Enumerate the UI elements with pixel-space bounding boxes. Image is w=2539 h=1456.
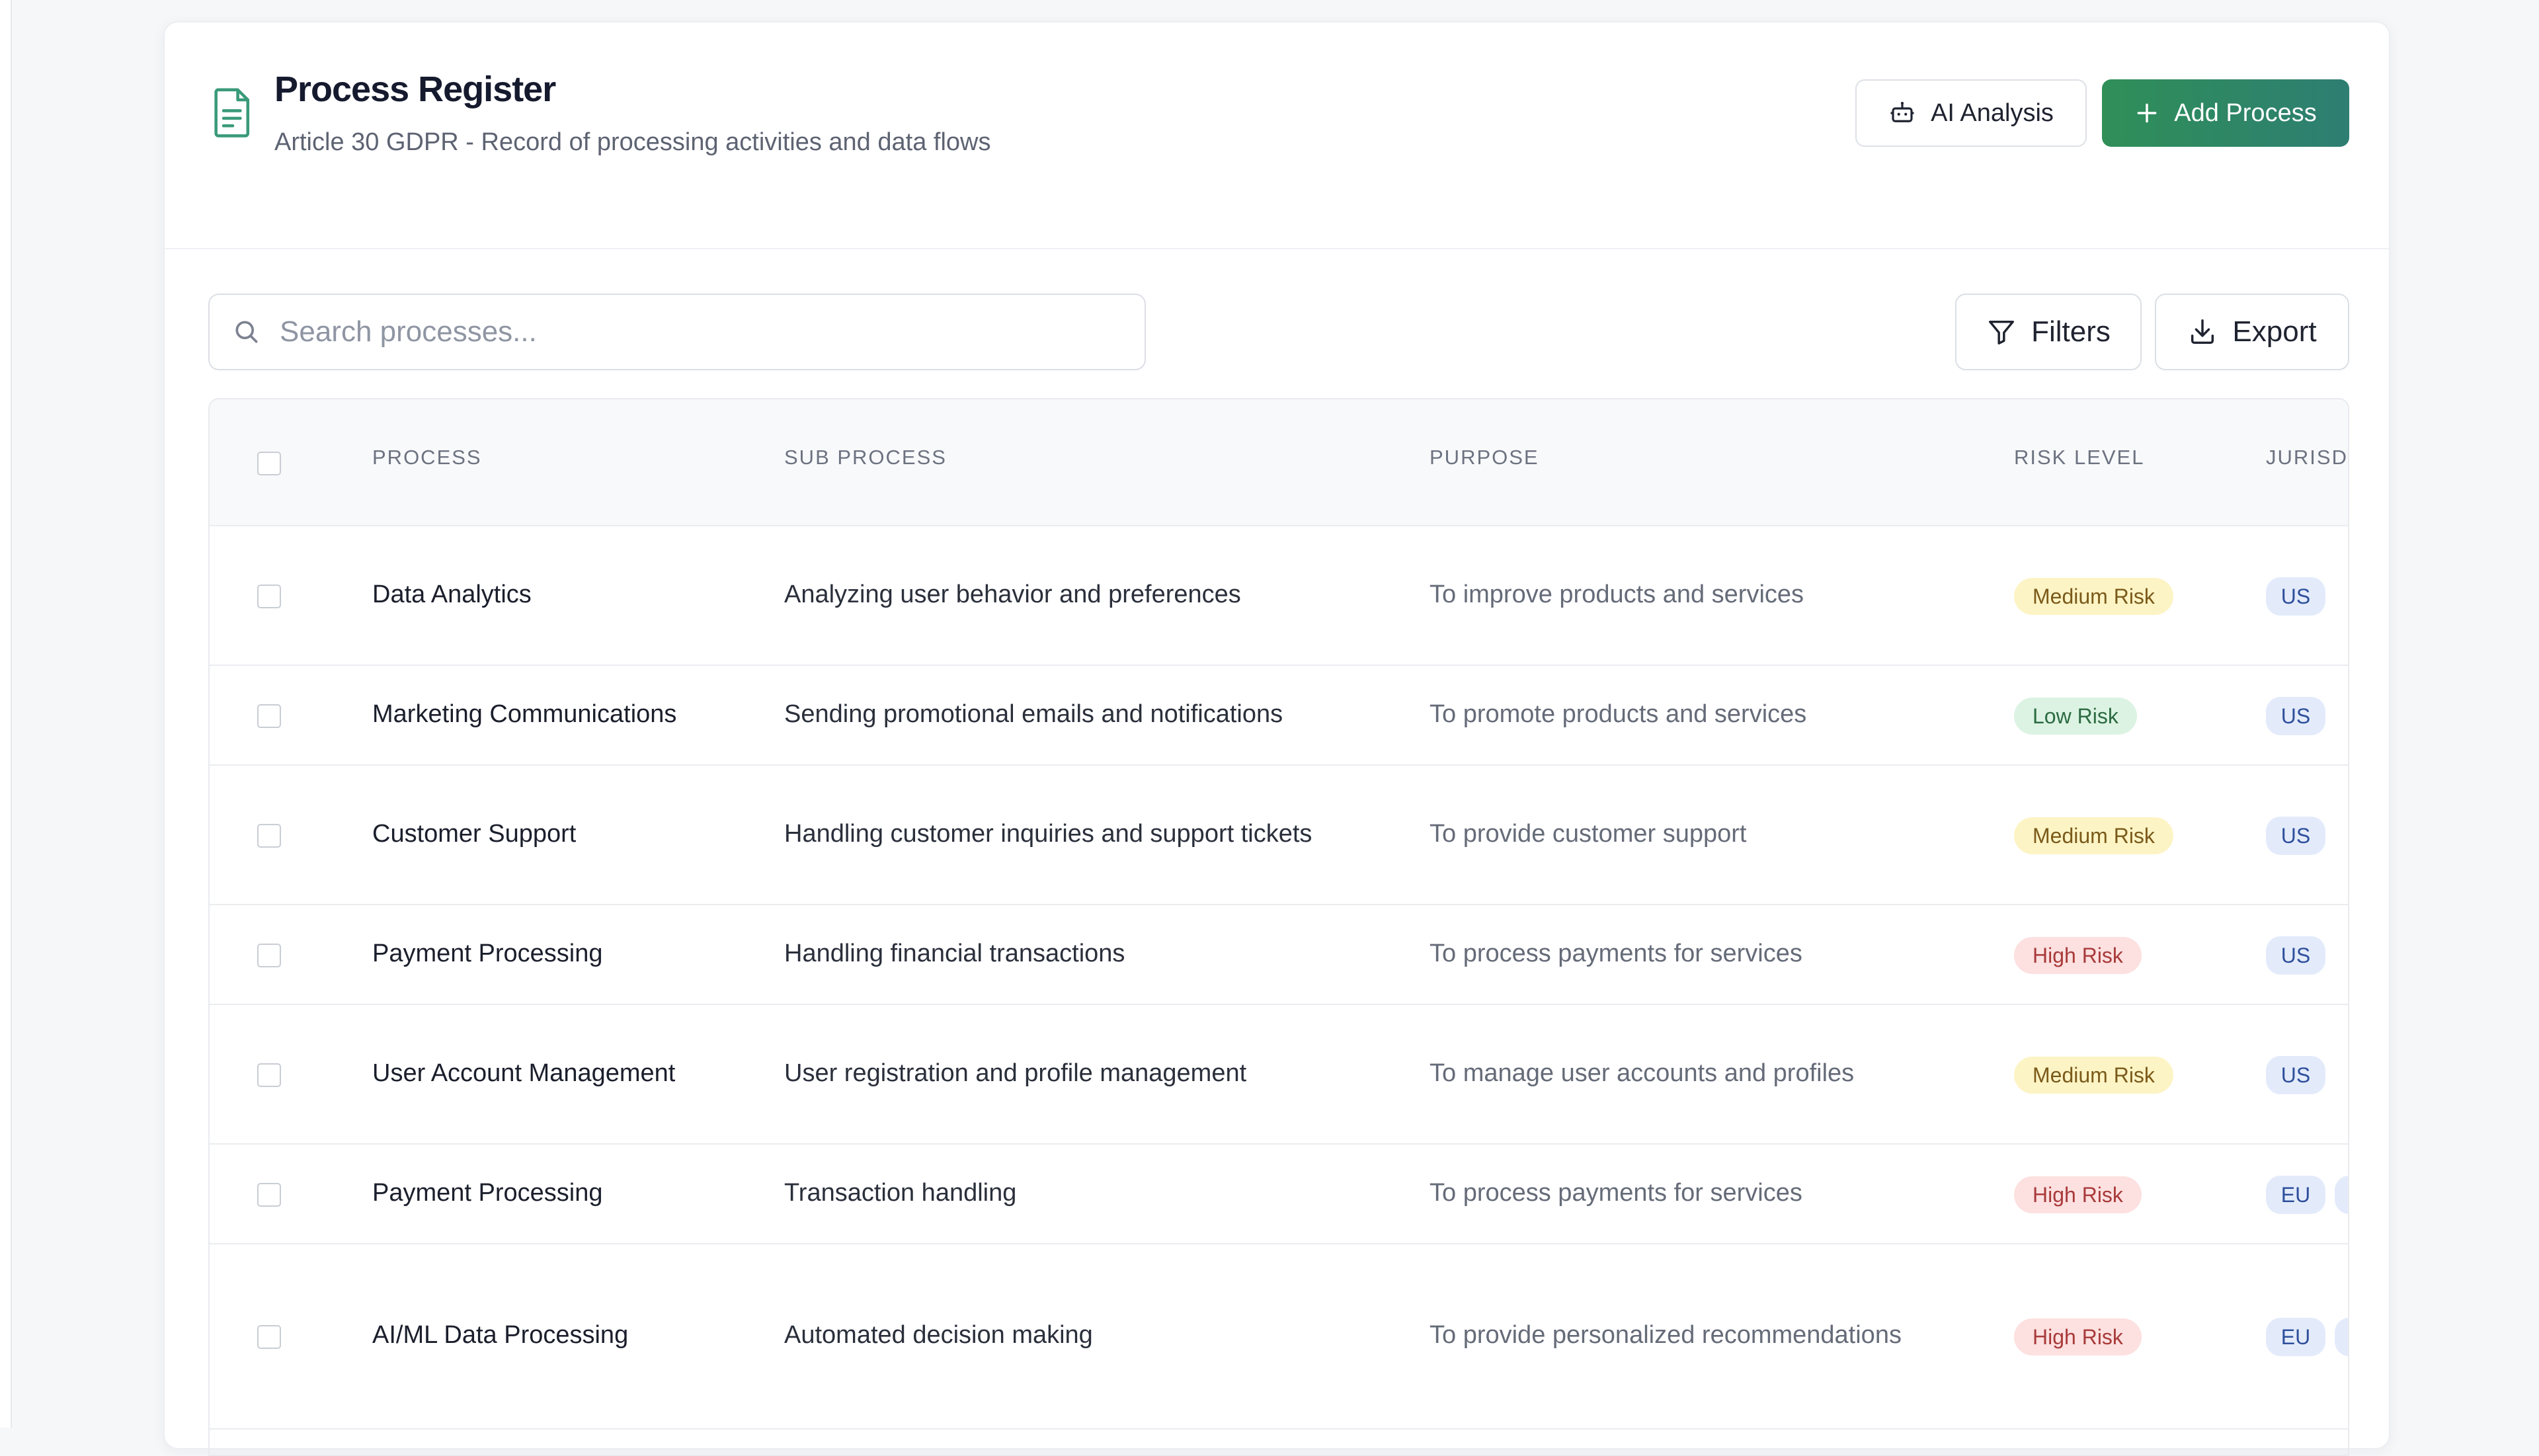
column-header-purpose[interactable]: PURPOSE <box>1430 446 1539 469</box>
process-cell: Marketing Communications <box>372 700 677 728</box>
robot-icon <box>1890 102 1914 122</box>
table-row[interactable]: Marketing Communications Sending promoti… <box>210 666 2348 766</box>
column-header-jurisdiction[interactable]: JURISD <box>2266 446 2348 469</box>
page-header: Process Register Article 30 GDPR - Recor… <box>165 22 2389 249</box>
purpose-cell: To provide customer support <box>1430 820 1747 848</box>
risk-badge: High Risk <box>2014 1318 2142 1355</box>
process-cell: Payment Processing <box>372 1179 603 1207</box>
risk-badge: High Risk <box>2014 937 2142 974</box>
jurisdiction-badge: US <box>2266 577 2325 616</box>
export-button[interactable]: Export <box>2155 294 2349 370</box>
risk-badge: Medium Risk <box>2014 817 2173 854</box>
search-icon <box>235 321 258 343</box>
sub-process-cell: Analyzing user behavior and preferences <box>784 581 1241 608</box>
sidebar-edge <box>0 0 12 1428</box>
jurisdiction-badge: US <box>2266 817 2325 855</box>
ai-analysis-button[interactable]: AI Analysis <box>1855 79 2087 147</box>
ai-analysis-label: AI Analysis <box>1931 99 2054 127</box>
table-row[interactable]: User Account Management User registratio… <box>210 1005 2348 1145</box>
jurisdiction-badge-extra <box>2335 1176 2348 1214</box>
sub-process-cell: Handling customer inquiries and support … <box>784 820 1312 848</box>
sub-process-cell: Sending promotional emails and notificat… <box>784 700 1283 728</box>
search-box[interactable] <box>208 294 1146 370</box>
process-cell: AI/ML Data Processing <box>372 1321 629 1349</box>
row-checkbox[interactable] <box>257 1183 281 1207</box>
risk-badge: High Risk <box>2014 1176 2142 1213</box>
table-row[interactable]: Data Analytics Analyzing user behavior a… <box>210 526 2348 666</box>
process-register-card: Process Register Article 30 GDPR - Recor… <box>163 21 2390 1456</box>
table-header: PROCESS SUB PROCESS PURPOSE RISK LEVEL J… <box>210 399 2348 526</box>
process-table: PROCESS SUB PROCESS PURPOSE RISK LEVEL J… <box>208 398 2349 1456</box>
purpose-cell: To process payments for services <box>1430 940 1802 967</box>
jurisdiction-badge: EU <box>2266 1176 2325 1214</box>
jurisdiction-badge: US <box>2266 1056 2325 1094</box>
row-checkbox[interactable] <box>257 944 281 967</box>
search-input[interactable] <box>280 315 1073 348</box>
plus-icon <box>2137 103 2157 123</box>
page-subtitle: Article 30 GDPR - Record of processing a… <box>274 128 991 156</box>
column-header-risk-level[interactable]: RISK LEVEL <box>2014 446 2144 469</box>
purpose-cell: To process payments for services <box>1430 1179 1802 1207</box>
export-label: Export <box>2232 315 2317 348</box>
filters-label: Filters <box>2031 315 2111 348</box>
column-header-process[interactable]: PROCESS <box>372 446 482 469</box>
jurisdiction-badge: US <box>2266 936 2325 975</box>
row-checkbox[interactable] <box>257 585 281 608</box>
purpose-cell: To improve products and services <box>1430 581 1804 608</box>
row-checkbox[interactable] <box>257 1325 281 1349</box>
download-icon <box>2191 319 2214 344</box>
row-checkbox[interactable] <box>257 824 281 848</box>
document-icon <box>214 88 250 138</box>
filter-icon <box>1989 320 2015 344</box>
add-process-button[interactable]: Add Process <box>2102 79 2349 147</box>
jurisdiction-badge: EU <box>2266 1318 2325 1356</box>
row-checkbox[interactable] <box>257 704 281 728</box>
add-process-label: Add Process <box>2174 99 2317 127</box>
select-all-checkbox[interactable] <box>257 452 281 475</box>
column-header-sub-process[interactable]: SUB PROCESS <box>784 446 947 469</box>
process-cell: Payment Processing <box>372 940 603 967</box>
process-cell: User Account Management <box>372 1059 676 1087</box>
jurisdiction-badge-extra <box>2335 1318 2348 1356</box>
page-title: Process Register <box>274 69 556 109</box>
sub-process-cell: User registration and profile management <box>784 1059 1247 1087</box>
risk-badge: Low Risk <box>2014 698 2137 735</box>
risk-badge: Medium Risk <box>2014 578 2173 615</box>
row-checkbox[interactable] <box>257 1063 281 1087</box>
purpose-cell: To promote products and services <box>1430 700 1807 728</box>
jurisdiction-badge: US <box>2266 697 2325 735</box>
purpose-cell: To manage user accounts and profiles <box>1430 1059 1855 1087</box>
sub-process-cell: Automated decision making <box>784 1321 1093 1349</box>
table-row[interactable]: AI/ML Data Processing Automated decision… <box>210 1244 2348 1430</box>
table-row[interactable]: Payment Processing Transaction handling … <box>210 1145 2348 1244</box>
sub-process-cell: Transaction handling <box>784 1179 1017 1207</box>
risk-badge: Medium Risk <box>2014 1057 2173 1094</box>
process-cell: Data Analytics <box>372 581 532 608</box>
process-cell: Customer Support <box>372 820 577 848</box>
filters-button[interactable]: Filters <box>1955 294 2142 370</box>
table-row[interactable]: Customer Support Handling customer inqui… <box>210 766 2348 905</box>
table-row[interactable]: Payment Processing Handling financial tr… <box>210 905 2348 1005</box>
purpose-cell: To provide personalized recommendations <box>1430 1321 1902 1349</box>
sub-process-cell: Handling financial transactions <box>784 940 1125 967</box>
